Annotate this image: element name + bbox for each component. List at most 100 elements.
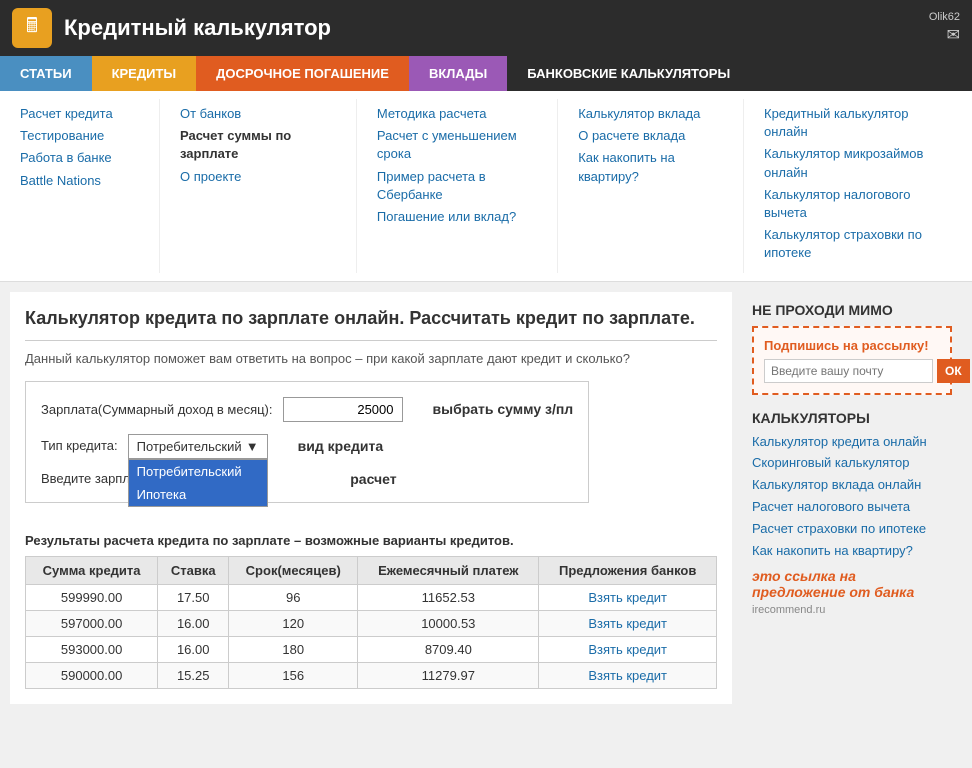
- sidebar: НЕ ПРОХОДИ МИМО Подпишись на рассылку! О…: [742, 292, 962, 704]
- menu-link-banks[interactable]: От банков: [180, 105, 336, 123]
- main-wrapper: Калькулятор кредита по зарплате онлайн. …: [0, 282, 972, 714]
- main-content: Калькулятор кредита по зарплате онлайн. …: [10, 292, 732, 704]
- cell-rate: 16.00: [158, 610, 229, 636]
- mega-menu: Расчет кредита Тестирование Работа в бан…: [0, 91, 972, 282]
- dropdown-trigger[interactable]: Потребительский ▼: [128, 434, 268, 459]
- menu-link-rashet[interactable]: Расчет кредита: [20, 105, 139, 123]
- mega-col-3: Методика расчета Расчет с уменьшением ср…: [357, 99, 558, 273]
- sidebar-link-tax[interactable]: Расчет налогового вычета: [752, 499, 952, 516]
- sidebar-link-insurance[interactable]: Расчет страховки по ипотеке: [752, 521, 952, 538]
- table-row: 597000.00 16.00 120 10000.53 Взять креди…: [26, 610, 717, 636]
- menu-link-credit-online[interactable]: Кредитный калькулятор онлайн: [764, 105, 952, 141]
- newsletter-section: НЕ ПРОХОДИ МИМО Подпишись на рассылку! О…: [752, 302, 952, 395]
- cell-sum: 599990.00: [26, 584, 158, 610]
- table-row: 590000.00 15.25 156 11279.97 Взять креди…: [26, 662, 717, 688]
- menu-link-tax-deduction[interactable]: Калькулятор налогового вычета: [764, 186, 952, 222]
- sidebar-link-apartment[interactable]: Как накопить на квартиру?: [752, 543, 952, 560]
- app-icon: 🖩: [12, 8, 52, 48]
- newsletter-box: Подпишись на рассылку! ОК: [752, 326, 952, 395]
- cell-payment: 11279.97: [358, 662, 539, 688]
- cell-link[interactable]: Взять кредит: [539, 662, 717, 688]
- cell-payment: 10000.53: [358, 610, 539, 636]
- sidebar-link-scoring[interactable]: Скоринговый калькулятор: [752, 455, 952, 472]
- newsletter-submit[interactable]: ОК: [937, 359, 970, 383]
- menu-link-battle[interactable]: Battle Nations: [20, 172, 139, 190]
- bank-offer-link[interactable]: Взять кредит: [588, 668, 667, 683]
- navbar: СТАТЬИ КРЕДИТЫ ДОСРОЧНОЕ ПОГАШЕНИЕ ВКЛАД…: [0, 56, 972, 91]
- newsletter-form: ОК: [764, 359, 940, 383]
- mega-col-2: От банков Расчет суммы по зарплате О про…: [160, 99, 357, 273]
- username: Olik62: [929, 11, 960, 23]
- nav-articles[interactable]: СТАТЬИ: [0, 56, 92, 91]
- salary-input[interactable]: [283, 397, 403, 422]
- table-row: 593000.00 16.00 180 8709.40 Взять кредит: [26, 636, 717, 662]
- sidebar-link-deposit[interactable]: Калькулятор вклада онлайн: [752, 477, 952, 494]
- credit-type-label: Тип кредита:: [41, 434, 118, 453]
- menu-link-reduce-term[interactable]: Расчет с уменьшением срока: [377, 127, 537, 163]
- mega-col-5: Кредитный калькулятор онлайн Калькулятор…: [744, 99, 972, 273]
- email-icon[interactable]: ✉: [947, 25, 960, 45]
- nav-early[interactable]: ДОСРОЧНОЕ ПОГАШЕНИЕ: [196, 56, 409, 91]
- col-payment: Ежемесячный платеж: [358, 556, 539, 584]
- nav-credits[interactable]: КРЕДИТЫ: [92, 56, 197, 91]
- credit-type-row: Тип кредита: Потребительский ▼ Потребите…: [41, 434, 573, 459]
- cell-term: 96: [229, 584, 358, 610]
- cell-sum: 597000.00: [26, 610, 158, 636]
- results-table: Сумма кредита Ставка Срок(месяцев) Ежеме…: [25, 556, 717, 689]
- newsletter-title: Подпишись на рассылку!: [764, 338, 940, 353]
- cell-sum: 590000.00: [26, 662, 158, 688]
- sidebar-link-credit[interactable]: Калькулятор кредита онлайн: [752, 434, 952, 451]
- dropdown-value: Потребительский: [137, 439, 242, 454]
- bank-offer-link[interactable]: Взять кредит: [588, 642, 667, 657]
- bank-offer-link[interactable]: Взять кредит: [588, 616, 667, 631]
- col-sum: Сумма кредита: [26, 556, 158, 584]
- menu-link-sberbank[interactable]: Пример расчета в Сбербанке: [377, 168, 537, 204]
- app-title: Кредитный калькулятор: [64, 15, 917, 41]
- menu-link-work[interactable]: Работа в банке: [20, 149, 139, 167]
- menu-link-apartment[interactable]: Как накопить на квартиру?: [578, 149, 723, 185]
- bank-offer-link[interactable]: Взять кредит: [588, 590, 667, 605]
- cell-term: 180: [229, 636, 358, 662]
- cell-sum: 593000.00: [26, 636, 158, 662]
- menu-link-deposit-info[interactable]: О расчете вклада: [578, 127, 723, 145]
- newsletter-heading: НЕ ПРОХОДИ МИМО: [752, 302, 952, 318]
- dropdown-menu: Потребительский Ипотека: [128, 459, 268, 507]
- calculators-heading: КАЛЬКУЛЯТОРЫ: [752, 410, 952, 426]
- menu-link-testing[interactable]: Тестирование: [20, 127, 139, 145]
- option-consumer[interactable]: Потребительский: [129, 460, 267, 483]
- menu-link-salary-calc[interactable]: Расчет суммы по зарплате: [180, 127, 336, 163]
- cell-link[interactable]: Взять кредит: [539, 636, 717, 662]
- dropdown-container: Потребительский ▼ Потребительский Ипотек…: [128, 434, 268, 459]
- cell-term: 120: [229, 610, 358, 636]
- calc-description: Данный калькулятор поможет вам ответить …: [25, 351, 717, 366]
- table-row: 599990.00 17.50 96 11652.53 Взять кредит: [26, 584, 717, 610]
- newsletter-input[interactable]: [764, 359, 933, 383]
- option-mortgage[interactable]: Ипотека: [129, 483, 267, 506]
- nav-bank-calc[interactable]: БАНКОВСКИЕ КАЛЬКУЛЯТОРЫ: [507, 56, 750, 91]
- cell-payment: 11652.53: [358, 584, 539, 610]
- watermark: irecommend.ru: [752, 604, 952, 616]
- cell-link[interactable]: Взять кредит: [539, 610, 717, 636]
- salary-row: Зарплата(Суммарный доход в месяц): выбра…: [41, 397, 573, 422]
- nav-deposits[interactable]: ВКЛАДЫ: [409, 56, 507, 91]
- cell-rate: 17.50: [158, 584, 229, 610]
- enter-hint: расчет: [270, 471, 396, 487]
- calc-title: Калькулятор кредита по зарплате онлайн. …: [25, 307, 717, 330]
- col-rate: Ставка: [158, 556, 229, 584]
- overlay-note: это ссылка на предложение от банка: [752, 568, 952, 600]
- mega-col-1: Расчет кредита Тестирование Работа в бан…: [0, 99, 160, 273]
- menu-link-insurance[interactable]: Калькулятор страховки по ипотеке: [764, 226, 952, 262]
- menu-link-deposit-calc[interactable]: Калькулятор вклада: [578, 105, 723, 123]
- menu-link-method[interactable]: Методика расчета: [377, 105, 537, 123]
- col-offers: Предложения банков: [539, 556, 717, 584]
- menu-link-about[interactable]: О проекте: [180, 168, 336, 186]
- cell-link[interactable]: Взять кредит: [539, 584, 717, 610]
- menu-link-deposit-or-pay[interactable]: Погашение или вклад?: [377, 208, 537, 226]
- menu-link-micro-loans[interactable]: Калькулятор микрозаймов онлайн: [764, 145, 952, 181]
- mega-col-4: Калькулятор вклада О расчете вклада Как …: [558, 99, 744, 273]
- header-right: Olik62 ✉: [929, 11, 960, 45]
- dropdown-arrow: ▼: [246, 439, 259, 454]
- calculators-section: КАЛЬКУЛЯТОРЫ Калькулятор кредита онлайн …: [752, 410, 952, 616]
- salary-label: Зарплата(Суммарный доход в месяц):: [41, 402, 273, 417]
- cell-rate: 15.25: [158, 662, 229, 688]
